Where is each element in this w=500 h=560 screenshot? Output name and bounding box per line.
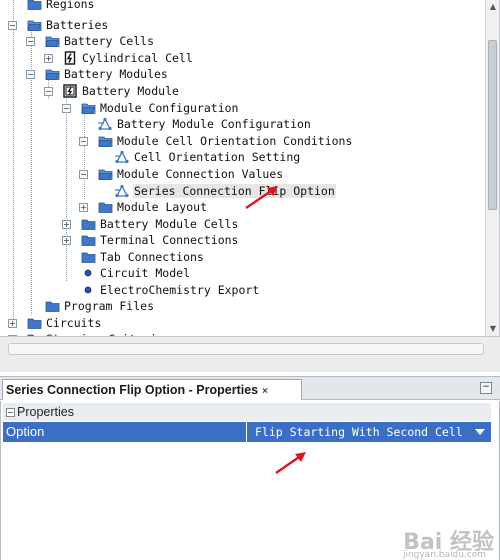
folder-icon: [80, 250, 96, 264]
scroll-down-icon[interactable]: ▼: [487, 323, 499, 335]
battery-cell-icon: [62, 51, 78, 65]
tree-guide: [31, 25, 32, 315]
tree-item[interactable]: − Module Connection Values: [79, 166, 284, 182]
properties-tab-bar: Series Connection Flip Option - Properti…: [0, 376, 500, 400]
scroll-up-icon[interactable]: ▲: [487, 1, 499, 13]
expand-toggle-icon[interactable]: +: [62, 220, 71, 229]
tree-item[interactable]: + Circuits: [8, 315, 102, 331]
expand-toggle-icon[interactable]: +: [8, 319, 17, 328]
tree-item[interactable]: − Module Configuration: [62, 100, 239, 116]
tree-item-label: Series Connection Flip Option: [133, 184, 336, 198]
tree-item[interactable]: + Cylindrical Cell: [44, 50, 194, 66]
annotation-arrow-icon: [275, 452, 306, 474]
folder-icon: [80, 217, 96, 231]
horizontal-scroll-track[interactable]: [8, 343, 484, 355]
tree-item-label: Battery Modules: [64, 67, 168, 81]
expand-toggle-icon[interactable]: +: [79, 203, 88, 212]
annotation-arrow-icon: [245, 186, 278, 209]
tree-item-label: ElectroChemistry Export: [100, 283, 260, 297]
collapse-toggle-icon[interactable]: −: [8, 21, 17, 30]
dropdown-arrow-icon[interactable]: [475, 429, 485, 435]
properties-category-row[interactable]: − Properties: [3, 403, 491, 421]
tree-item-label: Circuit Model: [100, 266, 191, 280]
property-value-dropdown[interactable]: Flip Starting With Second Cell: [255, 425, 463, 439]
folder-open-icon: [44, 67, 60, 81]
scroll-thumb[interactable]: [488, 40, 497, 210]
tree-item[interactable]: + Battery Module Cells: [62, 216, 239, 232]
tree-item-label: Battery Cells: [64, 34, 155, 48]
properties-category-label: Properties: [17, 405, 74, 419]
tree-item[interactable]: Program Files: [44, 298, 155, 314]
tree-guide: [66, 91, 67, 281]
tree-item-label: Module Connection Values: [117, 167, 284, 181]
folder-open-icon: [26, 18, 42, 32]
tree-item[interactable]: − Battery Modules: [26, 66, 169, 82]
tree-item[interactable]: Tab Connections: [80, 249, 205, 265]
tree-item[interactable]: ElectroChemistry Export: [80, 282, 260, 298]
tree-item[interactable]: − Module Cell Orientation Conditions: [79, 133, 353, 149]
tree-guide: [84, 107, 85, 199]
tree-guide: [13, 0, 14, 323]
folder-icon: [26, 316, 42, 330]
tree-item-label: Terminal Connections: [100, 233, 239, 247]
property-name: Option: [6, 424, 45, 439]
folder-icon: [44, 299, 60, 313]
folder-open-icon: [80, 101, 96, 115]
tree-item[interactable]: + Module Layout: [79, 199, 208, 215]
folder-open-icon: [97, 167, 113, 181]
tree-item[interactable]: − Battery Module: [44, 83, 180, 99]
tree-item[interactable]: Cell Orientation Setting: [114, 149, 301, 165]
expand-toggle-icon[interactable]: +: [62, 236, 71, 245]
tree-item-label: Module Layout: [117, 200, 208, 214]
folder-icon: [26, 0, 42, 11]
collapse-toggle-icon[interactable]: −: [26, 70, 35, 79]
tree-item-label: Cylindrical Cell: [82, 51, 193, 65]
tree-item[interactable]: Battery Module Configuration: [97, 116, 312, 132]
tree-item-label: Battery Module Configuration: [117, 117, 311, 131]
tree-item-label: Battery Module Cells: [100, 217, 239, 231]
tree-item-label: Battery Module: [82, 84, 179, 98]
properties-tab[interactable]: Series Connection Flip Option - Properti…: [2, 379, 302, 400]
collapse-toggle-icon[interactable]: −: [79, 170, 88, 179]
tree-vertical-scrollbar[interactable]: ▲ ▼: [485, 0, 499, 336]
tree-item[interactable]: − Batteries: [8, 17, 109, 33]
blue-dot-icon: [80, 266, 96, 280]
folder-open-icon: [44, 34, 60, 48]
property-node-icon: [114, 184, 130, 198]
folder-open-icon: [97, 134, 113, 148]
folder-icon: [97, 200, 113, 214]
watermark-url: jingyan.baidu.com: [402, 550, 486, 560]
folder-icon: [80, 233, 96, 247]
tree-item-label: Cell Orientation Setting: [134, 150, 301, 164]
expand-toggle-icon[interactable]: +: [44, 54, 53, 63]
battery-module-icon: [62, 84, 78, 98]
tree-item-label: Batteries: [46, 18, 109, 32]
tree-item-label: Tab Connections: [100, 250, 204, 264]
column-divider: [246, 422, 247, 442]
tree-item[interactable]: Circuit Model: [80, 265, 191, 281]
minimize-button[interactable]: −: [480, 382, 492, 394]
collapse-toggle-icon[interactable]: −: [6, 407, 15, 417]
close-tab-icon[interactable]: ×: [262, 386, 268, 397]
tree-item[interactable]: Series Connection Flip Option: [114, 183, 336, 199]
properties-tab-title: Series Connection Flip Option - Properti…: [6, 383, 259, 397]
tree-item[interactable]: + Terminal Connections: [62, 232, 239, 248]
tree-item[interactable]: − Battery Cells: [26, 33, 155, 49]
project-tree: Regions − Batteries − Battery Cells + Cylindri…: [0, 0, 500, 336]
property-row-option[interactable]: Option Flip Starting With Second Cell: [3, 422, 491, 442]
collapse-toggle-icon[interactable]: −: [26, 37, 35, 46]
blue-dot-icon: [80, 283, 96, 297]
property-node-icon: [114, 150, 130, 164]
collapse-toggle-icon[interactable]: −: [62, 104, 71, 113]
tree-item-label: Module Configuration: [100, 101, 239, 115]
tree-item-label: Circuits: [46, 316, 102, 330]
tree-horizontal-scrollbar[interactable]: [0, 336, 500, 372]
tree-item-label: Program Files: [64, 299, 155, 313]
collapse-toggle-icon[interactable]: −: [44, 87, 53, 96]
property-node-icon: [97, 117, 113, 131]
tree-item-label: Module Cell Orientation Conditions: [117, 134, 353, 148]
collapse-toggle-icon[interactable]: −: [79, 137, 88, 146]
tree-item[interactable]: Regions: [26, 0, 95, 12]
tree-item-label: Regions: [46, 0, 95, 11]
